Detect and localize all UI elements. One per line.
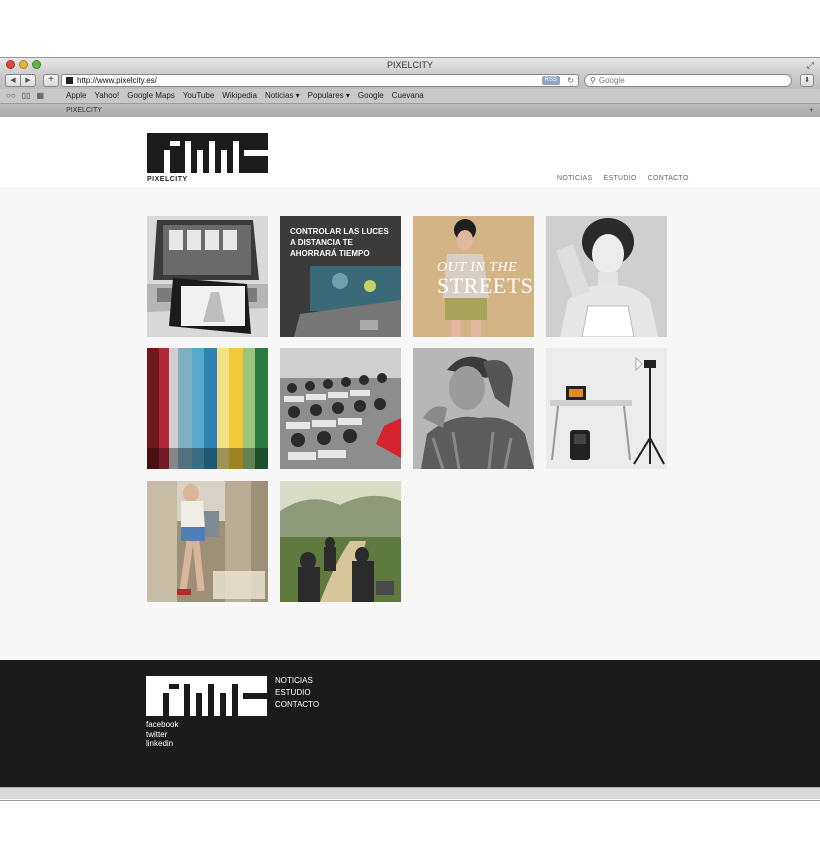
bookmark-google[interactable]: Google — [358, 91, 384, 100]
fullscreen-icon[interactable]: ⤢ — [807, 60, 814, 71]
social-links: facebook twitter linkedin — [146, 720, 178, 749]
cover-title-bottom: STREETS — [437, 273, 534, 298]
article-headline: CONTROLAR LAS LUCES A DISTANCIA TE AHORR… — [290, 227, 389, 258]
site-header: PIXELCITY NOTICIAS ESTUDIO CONTACTO — [0, 117, 820, 187]
tile-hikers[interactable] — [280, 481, 401, 602]
nav-estudio[interactable]: ESTUDIO — [603, 175, 636, 182]
search-field[interactable]: ⚲ Google — [584, 74, 792, 87]
tile-classroom[interactable] — [280, 348, 401, 469]
rss-badge[interactable]: RSS — [541, 76, 560, 85]
bookmark-noticias-menu[interactable]: Noticias ▾ — [265, 91, 300, 100]
bookmark-google-maps[interactable]: Google Maps — [127, 91, 175, 100]
top-sites-grid-icon[interactable]: ▦ — [36, 91, 44, 100]
footer-nav-estudio[interactable]: ESTUDIO — [275, 687, 319, 699]
footer-nav: NOTICIAS ESTUDIO CONTACTO — [275, 675, 319, 711]
bookmark-youtube[interactable]: YouTube — [183, 91, 214, 100]
tile-fashion-columns[interactable] — [147, 481, 268, 602]
nav-contacto[interactable]: CONTACTO — [648, 175, 689, 182]
bookmark-items: Apple Yahoo! Google Maps YouTube Wikiped… — [66, 91, 424, 100]
footer-nav-contacto[interactable]: CONTACTO — [275, 699, 319, 711]
nav-noticias[interactable]: NOTICIAS — [557, 175, 592, 182]
nav-buttons: ◀ ▶ — [5, 74, 36, 87]
tile-out-in-the-streets[interactable]: OUT IN THE STREETS — [413, 216, 534, 337]
tile-color-stripes[interactable] — [147, 348, 268, 469]
window-title: PIXELCITY — [386, 60, 433, 70]
browser-toolbar: ◀ ▶ + http://www.pixelcity.es/ RSS ↻ ⚲ Go… — [0, 72, 820, 89]
social-twitter[interactable]: twitter — [146, 730, 178, 740]
favicon-icon — [66, 77, 73, 84]
tab-pixelcity[interactable]: PIXELCITY — [4, 104, 164, 117]
url-text: http://www.pixelcity.es/ — [77, 76, 157, 85]
bookmark-yahoo[interactable]: Yahoo! — [94, 91, 119, 100]
back-button[interactable]: ◀ — [5, 74, 21, 87]
tile-studio-setup[interactable] — [546, 348, 667, 469]
web-page: PIXELCITY NOTICIAS ESTUDIO CONTACTO CONT… — [0, 117, 820, 799]
new-tab-button[interactable]: + — [809, 104, 814, 117]
footer-logo[interactable] — [146, 676, 267, 716]
main-nav: NOTICIAS ESTUDIO CONTACTO — [557, 175, 689, 182]
browser-window: PIXELCITY ⤢ ◀ ▶ + http://www.pixelcity.e… — [0, 58, 820, 800]
bookmark-populares-menu[interactable]: Populares ▾ — [308, 91, 350, 100]
bookmark-tools: ○○ ▯▯ ▦ — [6, 91, 44, 100]
tile-portrait-man[interactable] — [413, 348, 534, 469]
search-icon: ⚲ — [590, 76, 596, 85]
search-placeholder: Google — [598, 76, 625, 85]
social-facebook[interactable]: facebook — [146, 720, 178, 730]
tile-lights-article[interactable]: CONTROLAR LAS LUCES A DISTANCIA TE AHORR… — [280, 216, 401, 337]
bookmark-wikipedia[interactable]: Wikipedia — [222, 91, 257, 100]
bookmarks-book-icon[interactable]: ▯▯ — [22, 91, 31, 100]
tile-portrait-woman[interactable] — [546, 216, 667, 337]
address-bar[interactable]: http://www.pixelcity.es/ RSS ↻ — [61, 74, 579, 87]
window-bottom-bar — [0, 787, 820, 799]
add-bookmark-button[interactable]: + — [43, 74, 59, 87]
reload-icon[interactable]: ↻ — [567, 75, 574, 86]
brand-name: PIXELCITY — [147, 176, 188, 183]
title-bar: PIXELCITY ⤢ — [0, 58, 820, 72]
downloads-button[interactable]: ⬇ — [800, 74, 814, 87]
bookmarks-bar: ○○ ▯▯ ▦ Apple Yahoo! Google Maps YouTube… — [0, 89, 820, 104]
bookmark-cuevana[interactable]: Cuevana — [392, 91, 424, 100]
pixelcity-logo[interactable] — [147, 133, 268, 173]
tile-laptop-tablet[interactable] — [147, 216, 268, 337]
tab-bar: PIXELCITY + — [0, 104, 820, 118]
reading-list-icon[interactable]: ○○ — [6, 91, 16, 100]
footer-nav-noticias[interactable]: NOTICIAS — [275, 675, 319, 687]
social-linkedin[interactable]: linkedin — [146, 739, 178, 749]
bookmark-apple[interactable]: Apple — [66, 91, 86, 100]
site-footer: NOTICIAS ESTUDIO CONTACTO facebook twitt… — [0, 660, 820, 787]
forward-button[interactable]: ▶ — [21, 74, 36, 87]
